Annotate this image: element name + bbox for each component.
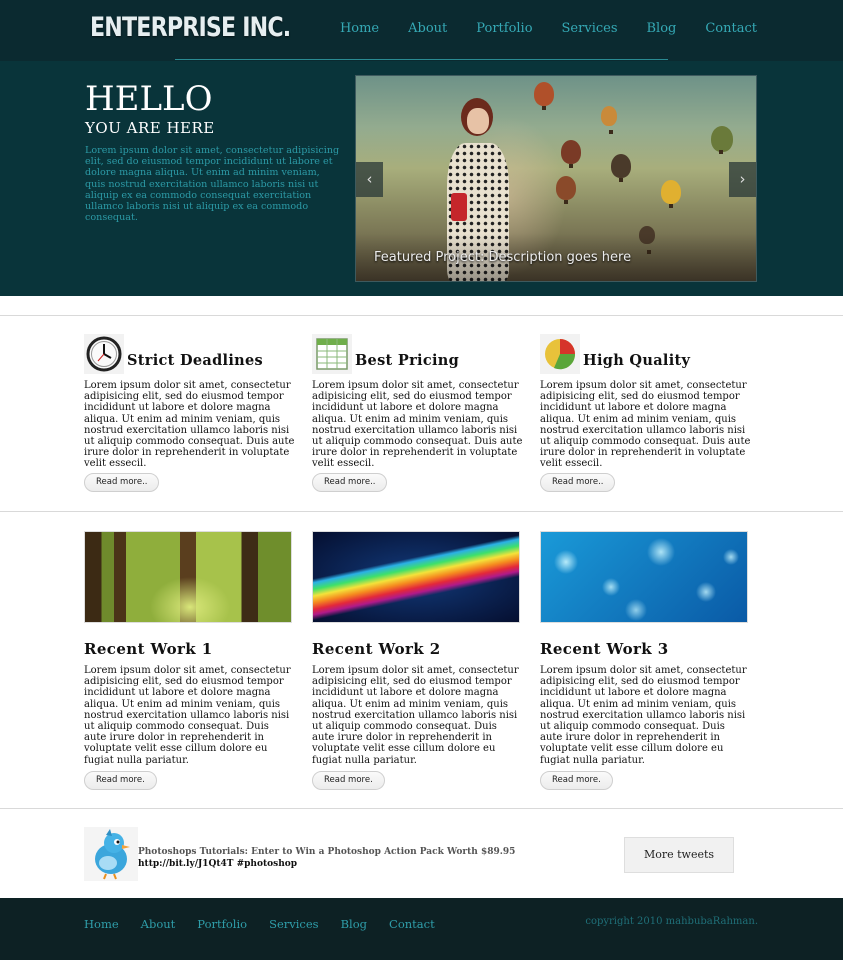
slider-next-button[interactable]: ›	[729, 162, 756, 197]
site-header: ENTERPRISE INC. Home About Portfolio Ser…	[0, 0, 843, 61]
nav-blog[interactable]: Blog	[647, 21, 677, 36]
read-more-button[interactable]: Read more..	[312, 473, 388, 492]
recent-work-3: Recent Work 3 Lorem ipsum dolor sit amet…	[540, 531, 755, 791]
slider-caption-text: Featured Project: Description goes here	[374, 250, 632, 265]
read-more-button[interactable]: Read more.	[84, 771, 157, 790]
rainbow-wave-image[interactable]	[312, 531, 520, 623]
section-divider	[0, 315, 843, 316]
footer-nav-home[interactable]: Home	[84, 917, 119, 931]
spreadsheet-icon	[312, 334, 352, 374]
nav-divider	[175, 59, 668, 60]
featured-slider[interactable]: Featured Project: Description goes here …	[355, 75, 757, 282]
footer-nav-portfolio[interactable]: Portfolio	[197, 917, 247, 931]
tweet-link[interactable]: http://bit.ly/J1Qt4T #photoshop	[138, 858, 515, 870]
balloon-image	[611, 154, 631, 182]
site-logo[interactable]: ENTERPRISE INC.	[90, 12, 291, 43]
feature-text: Lorem ipsum dolor sit amet, consectetur …	[540, 380, 751, 470]
footer-nav-contact[interactable]: Contact	[389, 917, 435, 931]
work-title: Recent Work 3	[540, 640, 669, 658]
read-more-button[interactable]: Read more.	[540, 771, 613, 790]
nav-contact[interactable]: Contact	[705, 21, 757, 36]
section-divider	[0, 808, 843, 809]
hero-section: HELLO YOU ARE HERE Lorem ipsum dolor sit…	[0, 61, 843, 296]
feature-high-quality: High Quality Lorem ipsum dolor sit amet,…	[540, 334, 755, 494]
feature-title: Strict Deadlines	[127, 352, 263, 369]
feature-title: Best Pricing	[355, 352, 460, 369]
recent-work-2: Recent Work 2 Lorem ipsum dolor sit amet…	[312, 531, 527, 791]
main-nav: Home About Portfolio Services Blog Conta…	[311, 21, 757, 36]
feature-text: Lorem ipsum dolor sit amet, consectetur …	[312, 380, 523, 470]
work-text: Lorem ipsum dolor sit amet, consectetur …	[312, 665, 519, 766]
nav-portfolio[interactable]: Portfolio	[476, 21, 532, 36]
copyright-text: copyright 2010 mahbubaRahman.	[585, 916, 758, 927]
slider-caption: Featured Project: Description goes here	[356, 233, 756, 281]
balloon-image	[534, 82, 554, 110]
twitter-bird-icon	[84, 827, 138, 881]
nav-services[interactable]: Services	[562, 21, 618, 36]
footer-nav: Home About Portfolio Services Blog Conta…	[84, 917, 457, 931]
footer-nav-services[interactable]: Services	[269, 917, 319, 931]
work-text: Lorem ipsum dolor sit amet, consectetur …	[540, 665, 747, 766]
forest-path-image[interactable]	[84, 531, 292, 623]
hero-text: Lorem ipsum dolor sit amet, consectetur …	[85, 145, 340, 224]
work-title: Recent Work 1	[84, 640, 213, 658]
balloon-image	[561, 140, 581, 168]
feature-strict-deadlines: Strict Deadlines Lorem ipsum dolor sit a…	[84, 334, 299, 494]
section-divider	[0, 511, 843, 512]
hero-subtitle: YOU ARE HERE	[85, 119, 215, 137]
site-footer: Home About Portfolio Services Blog Conta…	[0, 898, 843, 960]
feature-text: Lorem ipsum dolor sit amet, consectetur …	[84, 380, 295, 470]
blue-bokeh-image[interactable]	[540, 531, 748, 623]
slider-prev-button[interactable]: ‹	[356, 162, 383, 197]
feature-best-pricing: Best Pricing Lorem ipsum dolor sit amet,…	[312, 334, 527, 494]
feature-title: High Quality	[583, 352, 691, 369]
recent-work-1: Recent Work 1 Lorem ipsum dolor sit amet…	[84, 531, 299, 791]
footer-nav-blog[interactable]: Blog	[341, 917, 367, 931]
tweet-text: Photoshops Tutorials: Enter to Win a Pho…	[138, 847, 516, 857]
read-more-button[interactable]: Read more.	[312, 771, 385, 790]
nav-about[interactable]: About	[408, 21, 447, 36]
hero-title: HELLO	[85, 79, 213, 119]
nav-home[interactable]: Home	[340, 21, 379, 36]
footer-nav-about[interactable]: About	[141, 917, 176, 931]
pie-chart-icon	[540, 334, 580, 374]
balloon-image	[601, 106, 617, 134]
balloon-image	[711, 126, 733, 154]
read-more-button[interactable]: Read more..	[540, 473, 616, 492]
more-tweets-button[interactable]: More tweets	[624, 837, 734, 873]
clock-icon	[84, 334, 124, 374]
latest-tweet: Photoshops Tutorials: Enter to Win a Pho…	[138, 846, 515, 870]
read-more-button[interactable]: Read more..	[84, 473, 160, 492]
work-title: Recent Work 2	[312, 640, 441, 658]
balloon-image	[556, 176, 576, 204]
balloon-image	[661, 180, 681, 208]
work-text: Lorem ipsum dolor sit amet, consectetur …	[84, 665, 291, 766]
